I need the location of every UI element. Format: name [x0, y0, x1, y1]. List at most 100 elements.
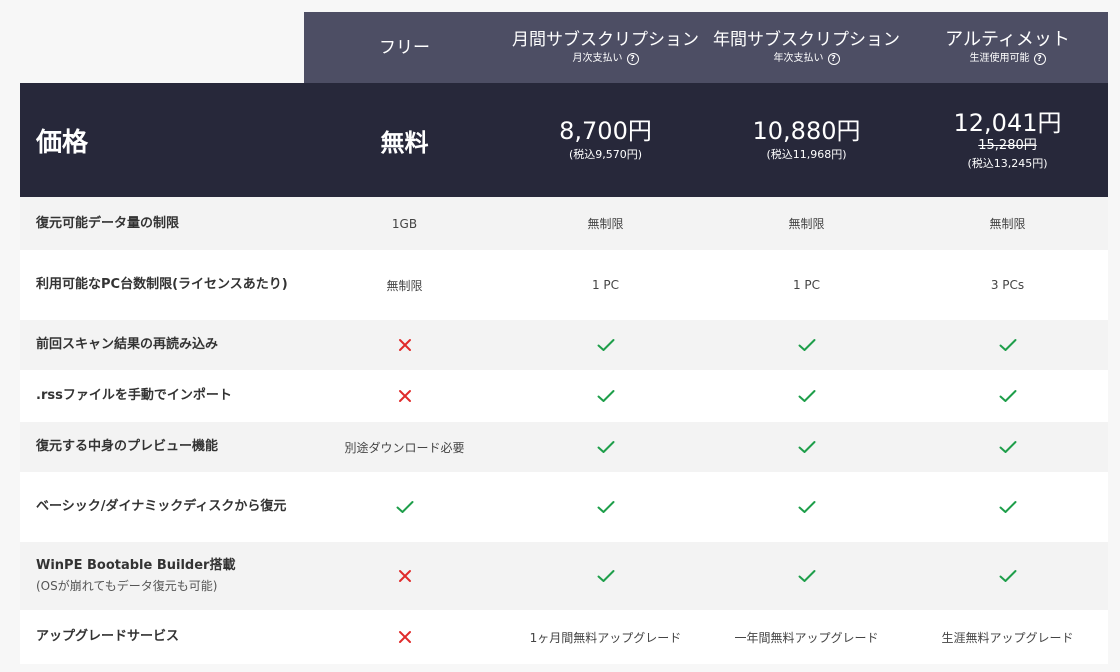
- check-icon: [798, 501, 815, 513]
- feature-label-text: 利用可能なPC台数制限(ライセンスあたり): [36, 277, 288, 292]
- feature-label: アップグレードサービス: [20, 627, 304, 647]
- cross-icon: [398, 390, 411, 402]
- table-row: .rssファイルを手動でインポート: [20, 370, 1108, 422]
- cell-monthly: [505, 389, 706, 403]
- check-icon: [798, 390, 815, 402]
- cell-free: 無制限: [304, 277, 505, 294]
- price-ultimate-tax: (税込13,245円): [967, 156, 1048, 170]
- cross-icon: [398, 339, 411, 351]
- cell-text: 無制限: [386, 278, 423, 293]
- cell-text: 3 PCs: [990, 278, 1025, 292]
- feature-label: .rssファイルを手動でインポート: [20, 386, 304, 406]
- cell-free: [304, 389, 505, 403]
- check-icon: [999, 570, 1016, 582]
- check-icon: [798, 570, 815, 582]
- cell-yearly: [706, 338, 907, 352]
- feature-note: (OSが崩れてもデータ復元も可能): [36, 579, 218, 593]
- price-monthly-tax: (税込9,570円): [568, 148, 643, 161]
- check-icon: [798, 339, 815, 351]
- check-icon: [999, 441, 1016, 453]
- feature-label-text: ベーシック/ダイナミックディスクから復元: [36, 499, 287, 514]
- cell-yearly: 無制限: [706, 215, 907, 232]
- price-yearly: 10,880円: [752, 117, 861, 145]
- cell-free: 別途ダウンロード必要: [304, 439, 505, 456]
- cell-text: 生涯無料アップグレード: [941, 630, 1074, 645]
- check-icon: [999, 339, 1016, 351]
- cell-text: 一年間無料アップグレード: [734, 630, 879, 645]
- check-icon: [597, 339, 614, 351]
- plan-free-name: フリー: [379, 37, 430, 58]
- cell-text: 1ヶ月間無料アップグレード: [529, 630, 682, 645]
- cell-yearly: 一年間無料アップグレード: [706, 629, 907, 646]
- price-monthly-cell: 8,700円 (税込9,570円): [505, 83, 706, 197]
- feature-label: 復元可能データ量の制限: [20, 214, 304, 234]
- cell-ultimate: [907, 338, 1108, 352]
- feature-label: 前回スキャン結果の再読み込み: [20, 335, 304, 355]
- feature-label-text: アップグレードサービス: [36, 629, 180, 644]
- cell-monthly: [505, 569, 706, 583]
- price-free-cell: 無料: [304, 83, 505, 197]
- plan-ultimate-billing: 生涯使用可能 ?: [970, 52, 1046, 66]
- price-ultimate: 12,041円: [953, 108, 1062, 137]
- price-row-label: 価格: [36, 127, 89, 158]
- cell-free: [304, 500, 505, 514]
- price-free: 無料: [380, 128, 429, 157]
- cell-monthly: 無制限: [505, 215, 706, 232]
- cross-icon: [398, 570, 411, 582]
- price-yearly-tax: (税込11,968円): [766, 148, 847, 161]
- feature-label-text: 復元する中身のプレビュー機能: [36, 439, 219, 454]
- feature-label: 復元する中身のプレビュー機能: [20, 437, 304, 457]
- cell-text: 無制限: [989, 217, 1026, 231]
- cell-ultimate: 無制限: [907, 215, 1108, 232]
- plan-yearly-name: 年間サブスクリプション: [713, 29, 900, 50]
- plan-ultimate-billing-label: 生涯使用可能: [969, 52, 1030, 64]
- table-row: 前回スキャン結果の再読み込み: [20, 320, 1108, 370]
- feature-label: 利用可能なPC台数制限(ライセンスあたり): [20, 275, 304, 295]
- cell-free: 1GB: [304, 217, 505, 231]
- feature-label-text: 復元可能データ量の制限: [36, 215, 180, 231]
- cell-ultimate: 生涯無料アップグレード: [907, 629, 1108, 646]
- plan-yearly-header: 年間サブスクリプション 年次支払い ?: [706, 12, 907, 83]
- check-icon: [597, 390, 614, 402]
- cell-text: 無制限: [587, 217, 624, 231]
- cross-icon: [398, 631, 411, 643]
- cell-free: [304, 338, 505, 352]
- table-row: 復元する中身のプレビュー機能 別途ダウンロード必要: [20, 422, 1108, 472]
- question-circle-icon[interactable]: ?: [827, 52, 840, 65]
- check-icon: [798, 441, 815, 453]
- cell-free: [304, 630, 505, 644]
- cell-text: 無制限: [788, 217, 825, 231]
- plan-header-row: フリー 月間サブスクリプション 月次支払い ? 年間サブスクリプション 年次支払…: [304, 12, 1108, 83]
- cell-monthly: [505, 338, 706, 352]
- table-row: アップグレードサービス 1ヶ月間無料アップグレード 一年間無料アップグレード 生涯無料…: [20, 610, 1108, 664]
- plan-yearly-billing: 年次支払い ?: [774, 52, 840, 66]
- cell-monthly: 1ヶ月間無料アップグレード: [505, 629, 706, 646]
- cell-yearly: [706, 500, 907, 514]
- cell-ultimate: [907, 500, 1108, 514]
- check-icon: [999, 501, 1016, 513]
- price-monthly: 8,700円: [559, 117, 652, 145]
- plan-monthly-name: 月間サブスクリプション: [512, 29, 699, 50]
- cell-ultimate: [907, 389, 1108, 403]
- plan-ultimate-header: アルティメット 生涯使用可能 ?: [907, 12, 1108, 83]
- cell-yearly: [706, 389, 907, 403]
- feature-table: 復元可能データ量の制限 1GB 無制限 無制限 無制限 利用可能なPC台数制限(ライセンス…: [20, 197, 1108, 664]
- price-row: 価格 無料 8,700円 (税込9,570円) 10,880円 (税込11,96…: [20, 83, 1108, 197]
- cell-text: 別途ダウンロード必要: [344, 440, 465, 455]
- cell-ultimate: [907, 569, 1108, 583]
- cell-yearly: 1 PC: [706, 278, 907, 292]
- question-circle-icon[interactable]: ?: [626, 52, 639, 65]
- plan-monthly-header: 月間サブスクリプション 月次支払い ?: [505, 12, 706, 83]
- check-icon: [999, 390, 1016, 402]
- price-ultimate-original: 15,280円: [978, 137, 1037, 153]
- cell-yearly: [706, 569, 907, 583]
- cell-ultimate: 3 PCs: [907, 278, 1108, 292]
- feature-label-text: WinPE Bootable Builder搭載: [36, 558, 236, 573]
- cell-ultimate: [907, 440, 1108, 454]
- check-icon: [597, 441, 614, 453]
- feature-label-text: .rssファイルを手動でインポート: [36, 388, 232, 403]
- question-circle-icon[interactable]: ?: [1033, 52, 1046, 65]
- cell-monthly: [505, 440, 706, 454]
- pricing-comparison-page: フリー 月間サブスクリプション 月次支払い ? 年間サブスクリプション 年次支払…: [0, 0, 1120, 672]
- plan-monthly-billing-label: 月次支払い: [572, 52, 623, 64]
